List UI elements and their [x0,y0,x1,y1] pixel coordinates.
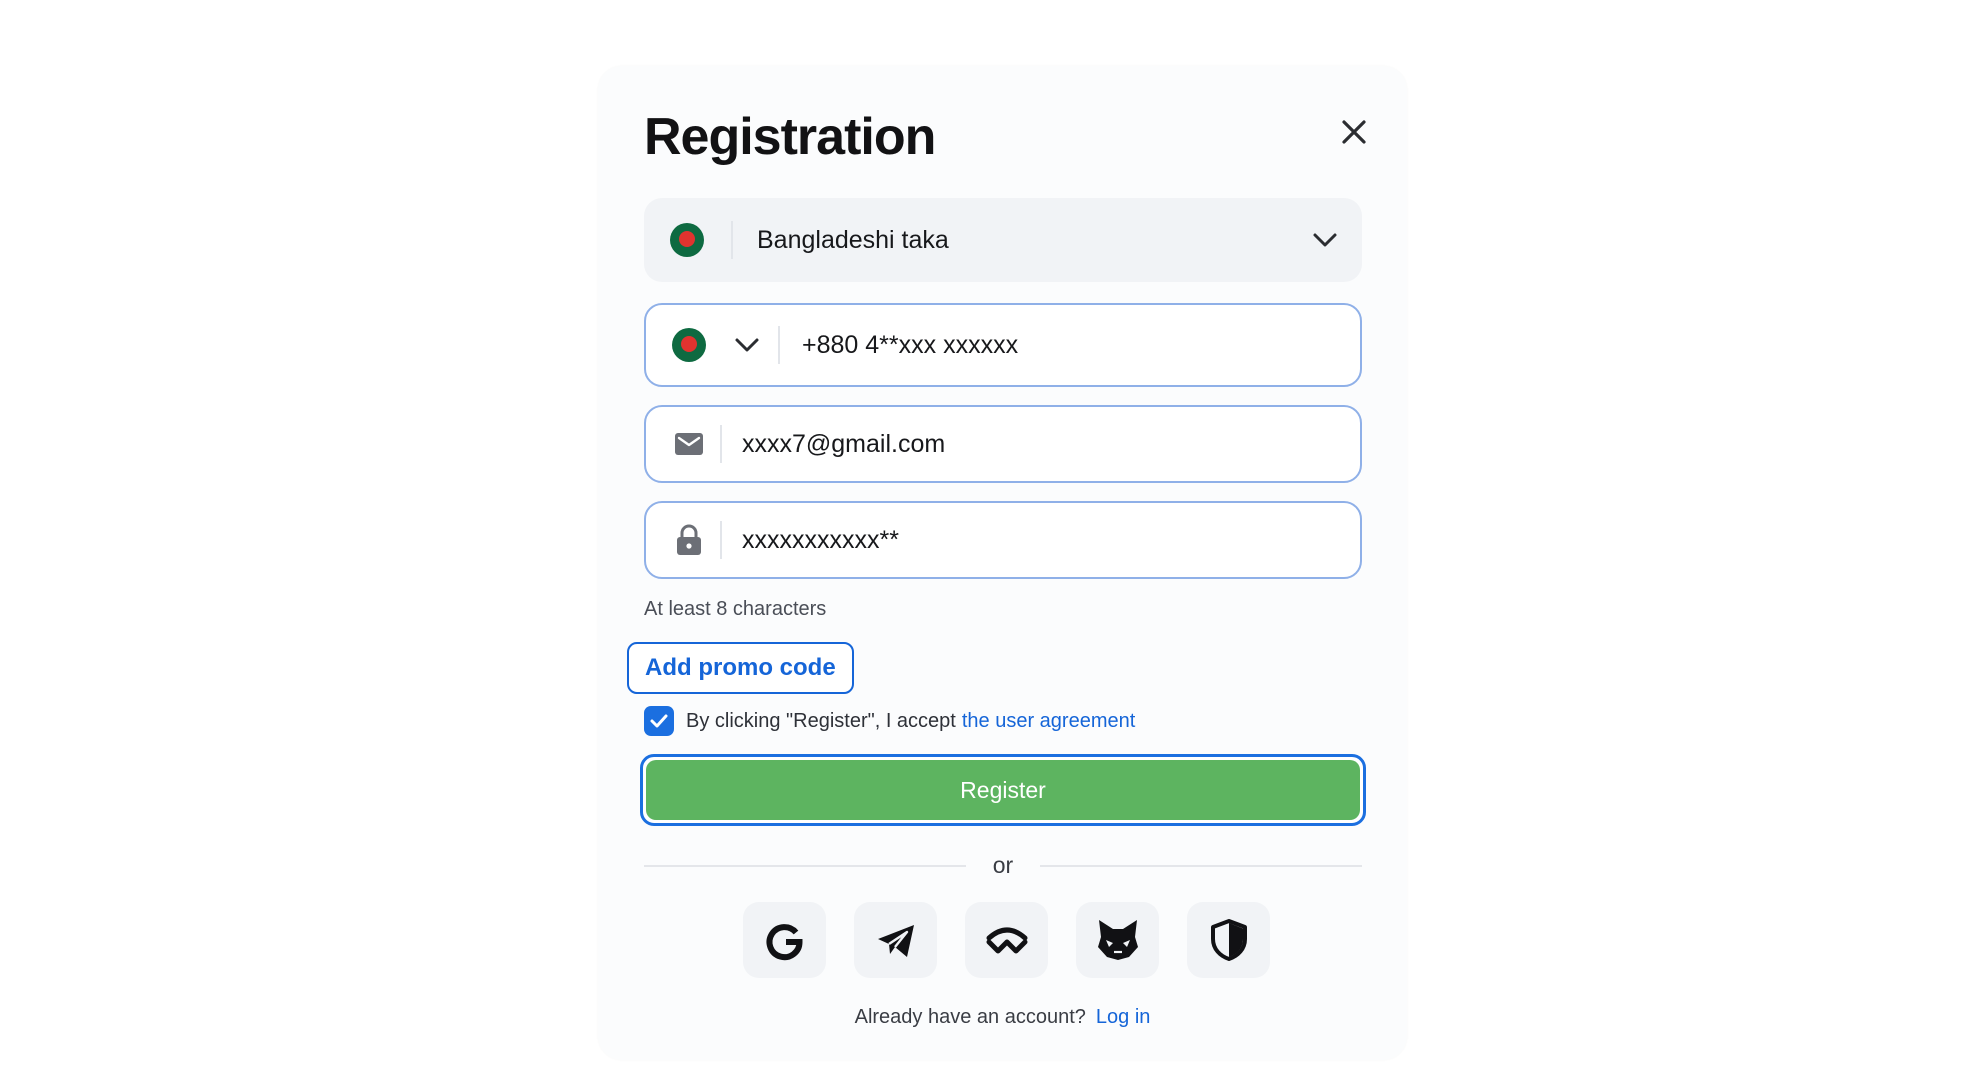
register-button[interactable]: Register [640,754,1366,826]
password-input[interactable]: xxxxxxxxxxx** [742,526,899,555]
register-button-label: Register [646,760,1360,820]
currency-value: Bangladeshi taka [757,225,949,254]
chevron-down-icon [1313,233,1337,247]
envelope-icon [672,427,706,461]
social-login-row [743,902,1270,978]
close-icon[interactable] [1330,108,1378,156]
log-in-link[interactable]: Log in [1096,1006,1151,1028]
email-field[interactable]: xxxx7@gmail.com [644,405,1362,483]
check-icon [650,714,668,728]
modal-title: Registration [644,108,936,166]
agreement-checkbox[interactable] [644,706,674,736]
metamask-login-button[interactable] [1076,902,1159,978]
lock-icon [672,523,706,557]
field-divider [720,521,722,559]
field-divider [731,221,733,259]
password-hint: At least 8 characters [644,598,827,620]
field-divider [778,326,780,364]
password-field[interactable]: xxxxxxxxxxx** [644,501,1362,579]
login-row: Already have an account? Log in [598,1006,1407,1029]
bangladesh-flag-icon [672,328,706,362]
walletconnect-login-button[interactable] [965,902,1048,978]
agreement-text: By clicking "Register", I accept [686,709,956,732]
already-have-account-text: Already have an account? [854,1006,1086,1028]
google-login-button[interactable] [743,902,826,978]
bangladesh-flag-icon [670,223,704,257]
page: Registration Bangladeshi taka +880 4**xx… [0,0,1980,1080]
walletconnect-icon [986,927,1027,954]
chevron-down-icon[interactable] [732,330,762,360]
registration-modal: Registration Bangladeshi taka +880 4**xx… [598,66,1407,1060]
metamask-icon [1097,920,1138,960]
telegram-login-button[interactable] [854,902,937,978]
shield-icon [1210,919,1247,961]
phone-input[interactable]: +880 4**xxx xxxxxx [802,331,1018,360]
shield-login-button[interactable] [1187,902,1270,978]
or-divider: or [644,850,1362,880]
agreement-row: By clicking "Register", I accept the use… [644,706,1135,736]
email-input[interactable]: xxxx7@gmail.com [742,430,945,459]
telegram-icon [877,925,914,957]
add-promo-code-button[interactable]: Add promo code [627,642,854,694]
currency-select[interactable]: Bangladeshi taka [644,198,1362,282]
or-text: or [992,852,1014,878]
user-agreement-link[interactable]: the user agreement [962,710,1135,733]
phone-field[interactable]: +880 4**xxx xxxxxx [644,303,1362,387]
field-divider [720,425,722,463]
google-icon [766,924,803,961]
